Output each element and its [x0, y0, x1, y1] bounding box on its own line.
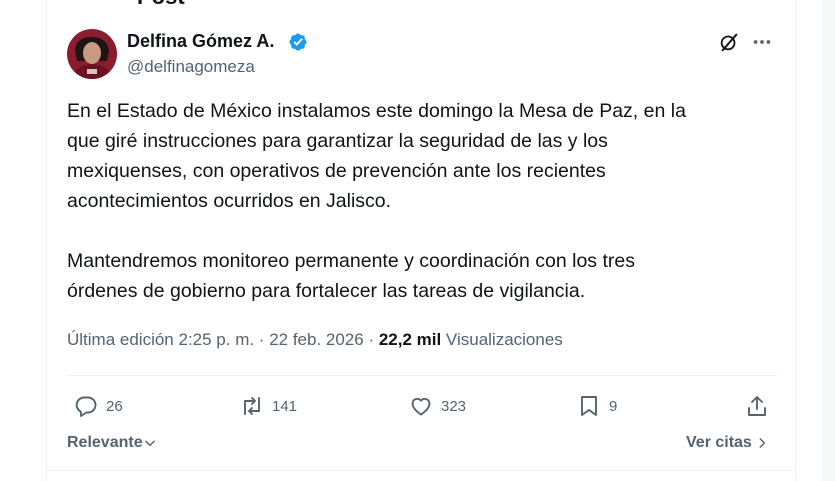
tweet-line: que giré instrucciones para garantizar l…: [67, 130, 608, 152]
grok-icon[interactable]: [718, 31, 740, 53]
reply-bubble-icon: [75, 396, 97, 417]
sort-replies-dropdown[interactable]: Relevante: [67, 434, 157, 452]
divider: [67, 375, 777, 376]
reply-count: 26: [106, 397, 123, 415]
repost-arrows-icon: [244, 397, 260, 415]
repost-count: 141: [272, 397, 298, 415]
share-upload-icon: [748, 396, 766, 416]
views-label: Visualizaciones: [441, 330, 563, 349]
chevron-right-icon: [759, 438, 765, 448]
share-button[interactable]: [745, 393, 777, 419]
avatar-image: [67, 29, 117, 79]
tweet-line: En el Estado de México instalamos este d…: [67, 100, 686, 122]
page-title: Post: [137, 0, 185, 10]
tweet-line: Mantendremos monitoreo permanente y coor…: [67, 250, 635, 272]
tweet-line: órdenes de gobierno para fortalecer las …: [67, 280, 586, 302]
tweet-text: En el Estado de México instalamos este d…: [67, 96, 779, 306]
views-count: 22,2 mil: [378, 330, 442, 349]
tweet-line: mexiquenses, con operativos de prevenció…: [67, 160, 606, 182]
avatar[interactable]: [67, 29, 117, 79]
quotes-label: Ver citas: [686, 434, 752, 451]
like-count: 323: [441, 397, 467, 415]
column-right-border: [795, 0, 796, 481]
like-button[interactable]: 323: [409, 393, 466, 419]
sort-label: Relevante: [67, 434, 143, 451]
bookmark-count: 9: [609, 397, 618, 415]
author-name[interactable]: Delfina Gómez A.: [127, 31, 274, 52]
view-quotes-link[interactable]: Ver citas: [686, 434, 769, 452]
repost-button[interactable]: 141: [240, 393, 297, 419]
tweet-line: acontecimientos ocurridos en Jalisco.: [67, 190, 392, 212]
reply-button[interactable]: 26: [74, 393, 123, 419]
divider: [47, 470, 795, 471]
chevron-down-icon: [144, 440, 155, 447]
verified-badge-icon[interactable]: [288, 32, 308, 52]
edited-timestamp[interactable]: Última edición 2:25 p. m. · 22 feb. 2026…: [67, 330, 379, 349]
sidebar-edge: [822, 0, 835, 481]
heart-icon: [411, 397, 431, 416]
bookmark-button[interactable]: 9: [577, 393, 617, 419]
tweet-meta: Última edición 2:25 p. m. · 22 feb. 2026…: [67, 330, 563, 350]
more-dots-icon[interactable]: [751, 31, 773, 53]
column-left-border: [46, 0, 47, 481]
bookmark-icon: [581, 396, 597, 416]
author-handle[interactable]: @delfinagomeza: [127, 57, 255, 77]
